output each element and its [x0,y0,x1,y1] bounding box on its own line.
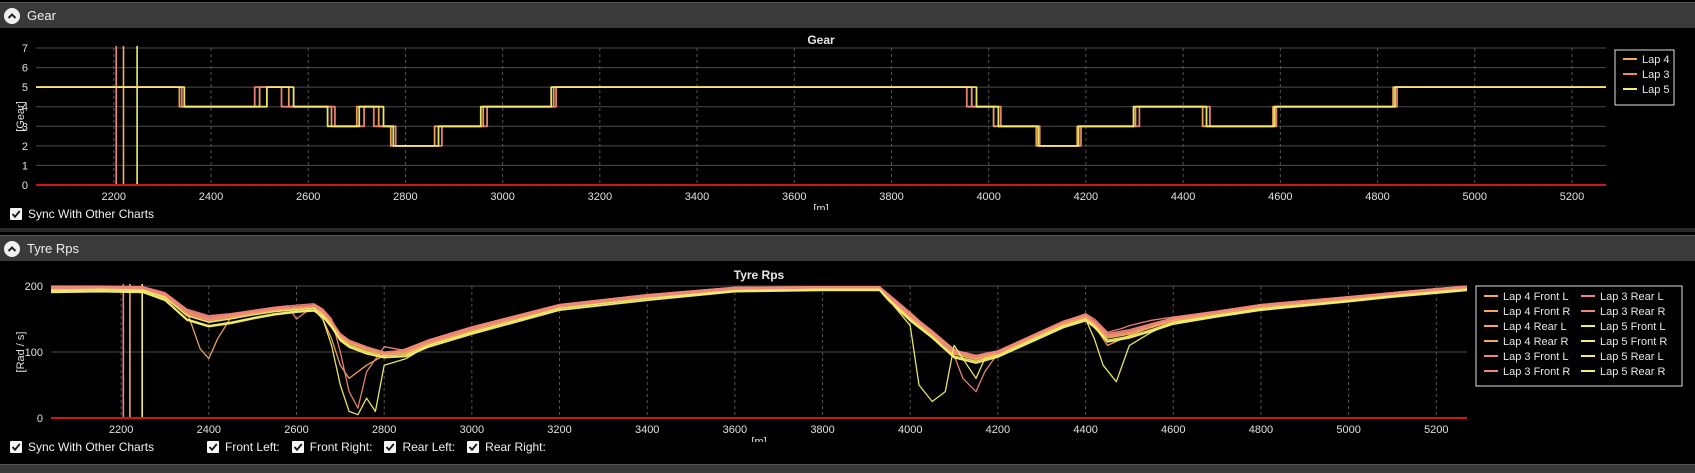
y-axis-label: [Rad / s] [15,332,27,373]
series-line [50,286,1468,357]
y-tick-label: 7 [22,43,28,55]
x-tick-label: 5200 [1560,191,1584,203]
tyre-rps-panel-title: Tyre Rps [27,241,80,256]
series-line [50,287,1468,361]
x-tick-label: 2800 [372,424,396,436]
gear-chart: Gear012345672200 2400 2600 2800 3000 3200 3400… [15,33,1675,210]
series-line [50,286,1468,358]
x-tick-label: 4200 [986,424,1010,436]
series-line [36,86,1606,147]
y-tick-label: 1 [22,160,28,172]
x-tick-label: 4800 [1365,191,1389,203]
x-tick-label: 3600 [723,424,747,436]
front-right-checkbox[interactable] [291,441,304,453]
front-left-label: Front Left: [225,440,280,454]
tyre-rps-controls-row: Sync With Other Charts Front Left: Front… [10,440,558,454]
x-tick-label: 2400 [199,191,223,203]
gear-sync-row: Sync With Other Charts [10,207,154,221]
gear-sync-checkbox[interactable] [10,208,22,220]
front-left-checkbox[interactable] [207,441,220,453]
legend-entry: Lap 4 [1642,54,1670,66]
legend-entry: Lap 3 Front L [1503,351,1568,363]
x-tick-label: 2800 [393,191,417,203]
collapse-up-icon[interactable] [4,241,20,257]
tyre-rps-sync-checkbox[interactable] [10,441,22,453]
x-tick-label: 3000 [490,191,514,203]
next-panel-header[interactable] [0,464,1695,473]
series-line [50,288,1468,362]
x-tick-label: 3400 [635,424,659,436]
tyre-rps-chart: Tyre Rps 0 100 200 2200 2400 2600 2800 3000 3200 3… [15,268,1683,442]
tyre-rps-chart-title: Tyre Rps [734,268,785,282]
x-tick-label: 4200 [1074,191,1098,203]
legend-entry: Lap 3 Rear R [1600,306,1665,318]
rear-left-checkbox[interactable] [384,441,397,453]
x-tick-label: 3400 [685,191,709,203]
x-tick-label: 2200 [109,424,133,436]
x-tick-label: 4800 [1249,424,1273,436]
legend-entry: Lap 4 Front L [1503,291,1568,303]
x-tick-label: 3200 [547,424,571,436]
x-tick-label: 4000 [976,191,1000,203]
legend-entry: Lap 5 Rear R [1600,366,1665,378]
x-tick-label: 4000 [898,424,922,436]
series-line [51,285,1468,380]
x-tick-label: 5000 [1463,191,1487,203]
legend-entry: Lap 5 [1642,84,1670,96]
y-tick-label: 6 [22,63,28,75]
series-line [50,286,1468,356]
legend-entry: Lap 3 Front R [1503,366,1570,378]
y-axis-label: [Gear] [15,101,27,132]
x-axis-label: [m] [813,203,828,210]
x-tick-label: 2400 [197,424,221,436]
front-right-label: Front Right: [309,440,373,454]
x-tick-label: 2200 [102,191,126,203]
y-tick-label: 0 [37,413,43,425]
x-tick-label: 5000 [1336,424,1360,436]
x-tick-label: 2600 [296,191,320,203]
x-tick-label: 5200 [1424,424,1448,436]
legend-entry: Lap 3 [1642,69,1670,81]
collapse-up-icon[interactable] [4,8,20,24]
x-tick-label: 4600 [1268,191,1292,203]
gear-panel-title: Gear [27,8,56,23]
legend-entry: Lap 4 Rear L [1503,321,1567,333]
x-tick-label: 2600 [284,424,308,436]
gear-sync-label: Sync With Other Charts [28,207,155,221]
rear-left-label: Rear Left: [402,440,456,454]
legend-entry: Lap 3 Rear L [1600,291,1664,303]
y-tick-label: 2 [22,141,28,153]
x-tick-label: 3600 [782,191,806,203]
x-tick-label: 3800 [879,191,903,203]
y-tick-label: 200 [25,281,43,293]
legend-entry: Lap 4 Front R [1503,306,1570,318]
tyre-rps-panel-header[interactable]: Tyre Rps [0,235,1695,261]
x-tick-label: 4600 [1161,424,1185,436]
legend-entry: Lap 5 Front L [1600,321,1665,333]
series-line [50,286,1468,358]
panel-divider[interactable] [0,228,1695,232]
x-tick-label: 3000 [460,424,484,436]
x-tick-label: 3200 [588,191,612,203]
y-tick-label: 100 [25,347,43,359]
y-tick-label: 0 [22,180,28,192]
series-line [50,287,1468,360]
series-line [36,86,1606,147]
x-tick-label: 4400 [1171,191,1195,203]
rear-right-checkbox[interactable] [467,441,480,453]
tyre-rps-sync-label: Sync With Other Charts [28,440,155,454]
legend-entry: Lap 5 Rear L [1600,351,1664,363]
legend-entry: Lap 5 Front R [1600,336,1667,348]
x-tick-label: 3800 [810,424,834,436]
x-tick-label: 4400 [1073,424,1097,436]
gear-chart-title: Gear [807,33,835,47]
legend-entry: Lap 4 Rear R [1503,336,1568,348]
series-line [36,86,1606,147]
rear-right-label: Rear Right: [485,440,546,454]
x-axis-label: [m] [751,436,766,442]
gear-panel-header[interactable]: Gear [0,2,1695,28]
y-tick-label: 5 [22,82,28,94]
series-line [51,285,1468,409]
